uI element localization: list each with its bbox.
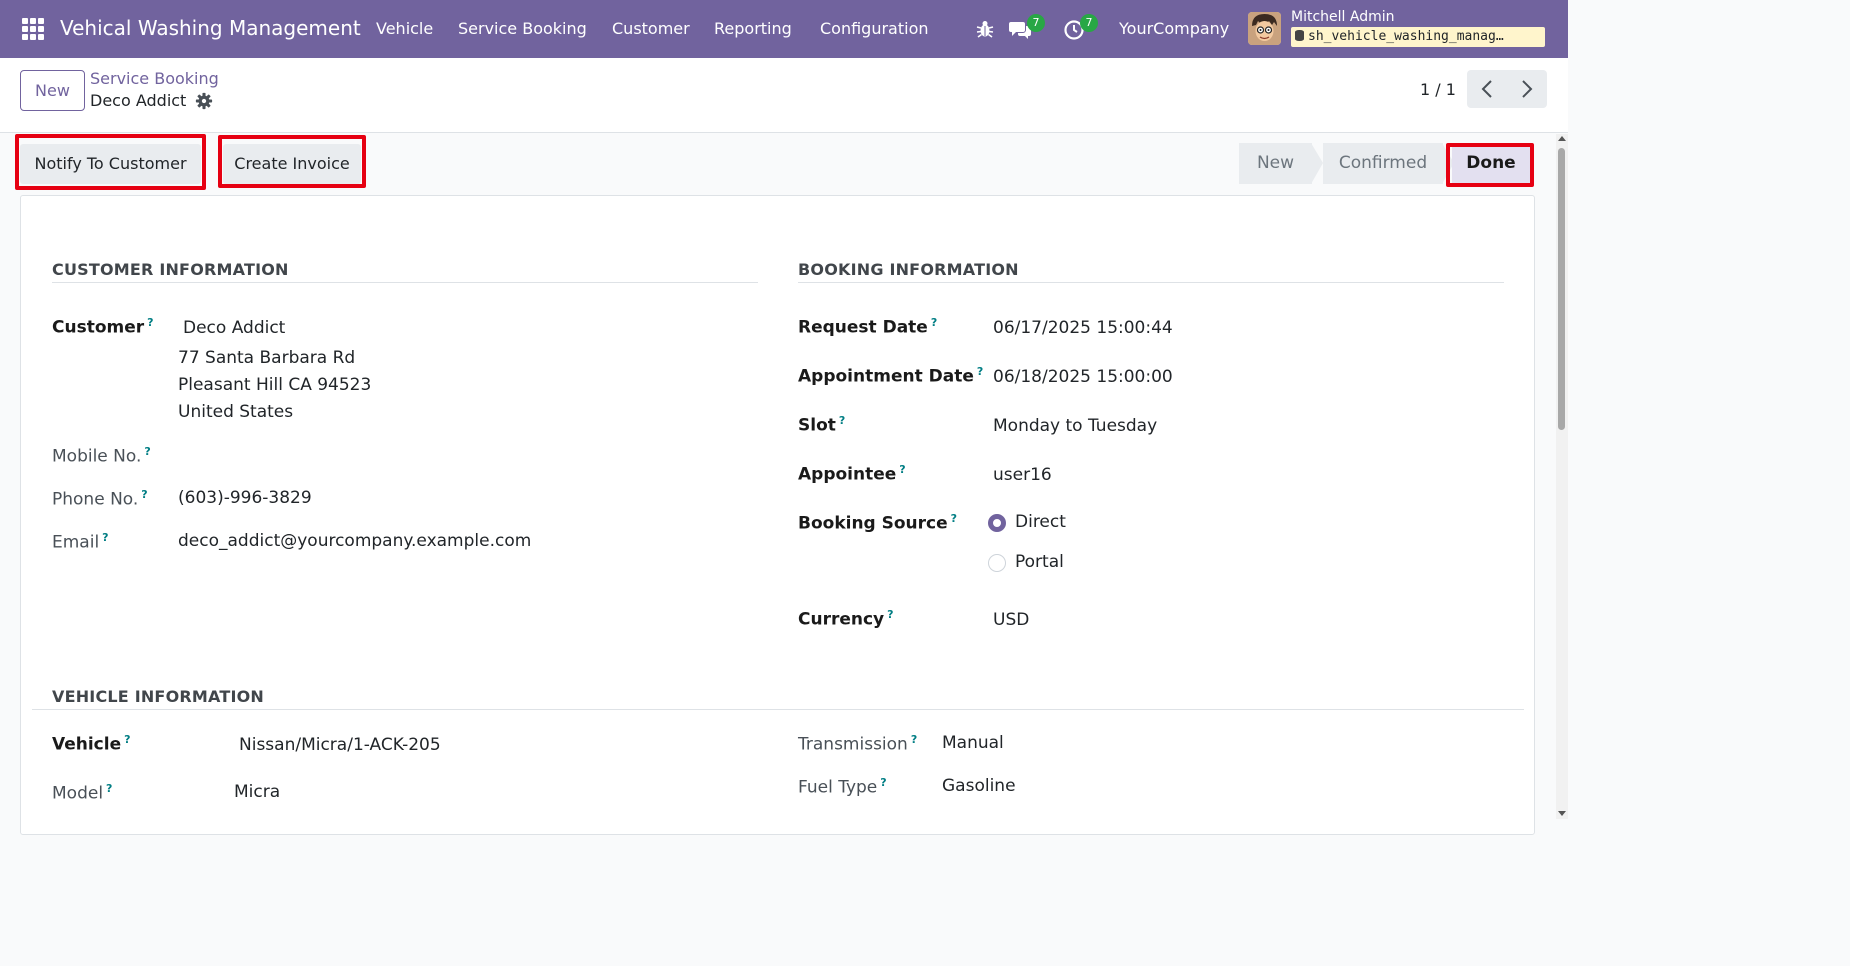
- currency-label: Currency?: [798, 608, 894, 630]
- phone-field[interactable]: (603)-996-3829: [178, 488, 312, 508]
- fuel-type-field[interactable]: Gasoline: [942, 776, 1016, 796]
- section-divider: [32, 709, 1524, 710]
- appointee-label: Appointee?: [798, 463, 906, 485]
- currency-field[interactable]: USD: [993, 610, 1029, 630]
- stage-arrow: [1311, 143, 1323, 184]
- request-date-label: Request Date?: [798, 316, 938, 338]
- source-portal-label[interactable]: Portal: [1015, 552, 1064, 572]
- scroll-up-arrow-icon[interactable]: [1558, 136, 1566, 141]
- help-icon[interactable]: ?: [144, 445, 150, 458]
- breadcrumb-parent[interactable]: Service Booking: [90, 69, 219, 88]
- help-icon[interactable]: ?: [141, 488, 147, 501]
- pager-previous-button[interactable]: [1467, 70, 1507, 108]
- user-avatar[interactable]: [1248, 12, 1281, 45]
- slot-label: Slot?: [798, 414, 846, 436]
- pager-next-button[interactable]: [1507, 70, 1547, 108]
- vehicle-info-title: VEHICLE INFORMATION: [52, 687, 265, 706]
- messages-count-badge: 7: [1027, 14, 1045, 32]
- chevron-left-icon: [1481, 80, 1492, 98]
- email-label: Email?: [52, 531, 109, 553]
- booking-info-title: BOOKING INFORMATION: [798, 260, 1019, 279]
- address-line-3: United States: [178, 402, 294, 422]
- transmission-label: Transmission?: [798, 733, 918, 755]
- source-direct-label[interactable]: Direct: [1015, 512, 1066, 532]
- activities-count-badge: 7: [1080, 14, 1098, 32]
- vehicle-field[interactable]: Nissan/Micra/1-ACK-205: [239, 735, 441, 755]
- company-switcher[interactable]: YourCompany: [1119, 19, 1229, 38]
- model-field[interactable]: Micra: [234, 782, 280, 802]
- database-icon: [1295, 30, 1304, 41]
- request-date-field[interactable]: 06/17/2025 15:00:44: [993, 318, 1173, 338]
- vehicle-label: Vehicle?: [52, 733, 131, 755]
- top-navbar: Vehical Washing Management Vehicle Servi…: [0, 0, 1568, 58]
- pager-value[interactable]: 1 / 1: [1420, 80, 1456, 99]
- breadcrumb-current: Deco Addict: [90, 91, 187, 110]
- fuel-type-label: Fuel Type?: [798, 776, 887, 798]
- slot-field[interactable]: Monday to Tuesday: [993, 416, 1157, 436]
- menu-configuration[interactable]: Configuration: [820, 19, 929, 38]
- new-record-button[interactable]: New: [20, 70, 85, 111]
- menu-reporting[interactable]: Reporting: [714, 19, 792, 38]
- help-icon[interactable]: ?: [911, 733, 917, 746]
- chevron-right-icon: [1522, 80, 1533, 98]
- help-icon[interactable]: ?: [839, 414, 845, 427]
- help-icon[interactable]: ?: [887, 608, 893, 621]
- create-invoice-button[interactable]: Create Invoice: [223, 144, 361, 184]
- form-sheet: CUSTOMER INFORMATION Customer? Deco Addi…: [20, 195, 1535, 835]
- section-divider: [798, 282, 1504, 283]
- scroll-down-arrow-icon[interactable]: [1558, 811, 1566, 816]
- apps-grid-icon[interactable]: [22, 18, 44, 40]
- menu-vehicle[interactable]: Vehicle: [376, 19, 433, 38]
- customer-label: Customer?: [52, 316, 154, 338]
- help-icon[interactable]: ?: [106, 782, 112, 795]
- help-icon[interactable]: ?: [951, 512, 957, 525]
- help-icon[interactable]: ?: [147, 316, 153, 329]
- help-icon[interactable]: ?: [977, 365, 983, 378]
- model-label: Model?: [52, 782, 113, 804]
- scrollbar-thumb[interactable]: [1558, 148, 1565, 430]
- section-divider: [52, 282, 758, 283]
- booking-source-label: Booking Source?: [798, 512, 958, 534]
- app-title[interactable]: Vehical Washing Management: [60, 16, 361, 40]
- database-name: sh_vehicle_washing_manag…: [1308, 29, 1504, 44]
- appointment-date-label: Appointment Date?: [798, 365, 984, 387]
- database-tag: sh_vehicle_washing_manag…: [1291, 27, 1545, 47]
- stage-confirmed[interactable]: Confirmed: [1323, 143, 1443, 184]
- page-scrollbar[interactable]: [1556, 134, 1568, 819]
- help-icon[interactable]: ?: [899, 463, 905, 476]
- stage-done[interactable]: Done: [1452, 143, 1530, 184]
- email-field[interactable]: deco_addict@yourcompany.example.com: [178, 531, 531, 551]
- source-direct-radio[interactable]: [988, 514, 1006, 532]
- help-icon[interactable]: ?: [880, 776, 886, 789]
- address-line-2: Pleasant Hill CA 94523: [178, 375, 372, 395]
- control-panel: New Service Booking Deco Addict 1 / 1: [0, 58, 1568, 133]
- appointee-field[interactable]: user16: [993, 465, 1052, 485]
- user-name[interactable]: Mitchell Admin: [1291, 9, 1395, 25]
- notify-customer-button[interactable]: Notify To Customer: [20, 144, 201, 184]
- help-icon[interactable]: ?: [931, 316, 937, 329]
- form-statusbar: Notify To Customer Create Invoice New Co…: [0, 134, 1556, 194]
- customer-field[interactable]: Deco Addict: [183, 318, 285, 338]
- phone-label: Phone No.?: [52, 488, 148, 510]
- menu-service-booking[interactable]: Service Booking: [458, 19, 587, 38]
- address-line-1: 77 Santa Barbara Rd: [178, 348, 356, 368]
- help-icon[interactable]: ?: [102, 531, 108, 544]
- customer-info-title: CUSTOMER INFORMATION: [52, 260, 289, 279]
- stage-new[interactable]: New: [1239, 143, 1312, 184]
- source-portal-radio[interactable]: [988, 554, 1006, 572]
- appointment-date-field[interactable]: 06/18/2025 15:00:00: [993, 367, 1173, 387]
- gear-icon[interactable]: [195, 92, 213, 110]
- mobile-label: Mobile No.?: [52, 445, 151, 467]
- menu-customer[interactable]: Customer: [612, 19, 690, 38]
- transmission-field[interactable]: Manual: [942, 733, 1004, 753]
- debug-bug-icon[interactable]: [975, 19, 995, 39]
- help-icon[interactable]: ?: [124, 733, 130, 746]
